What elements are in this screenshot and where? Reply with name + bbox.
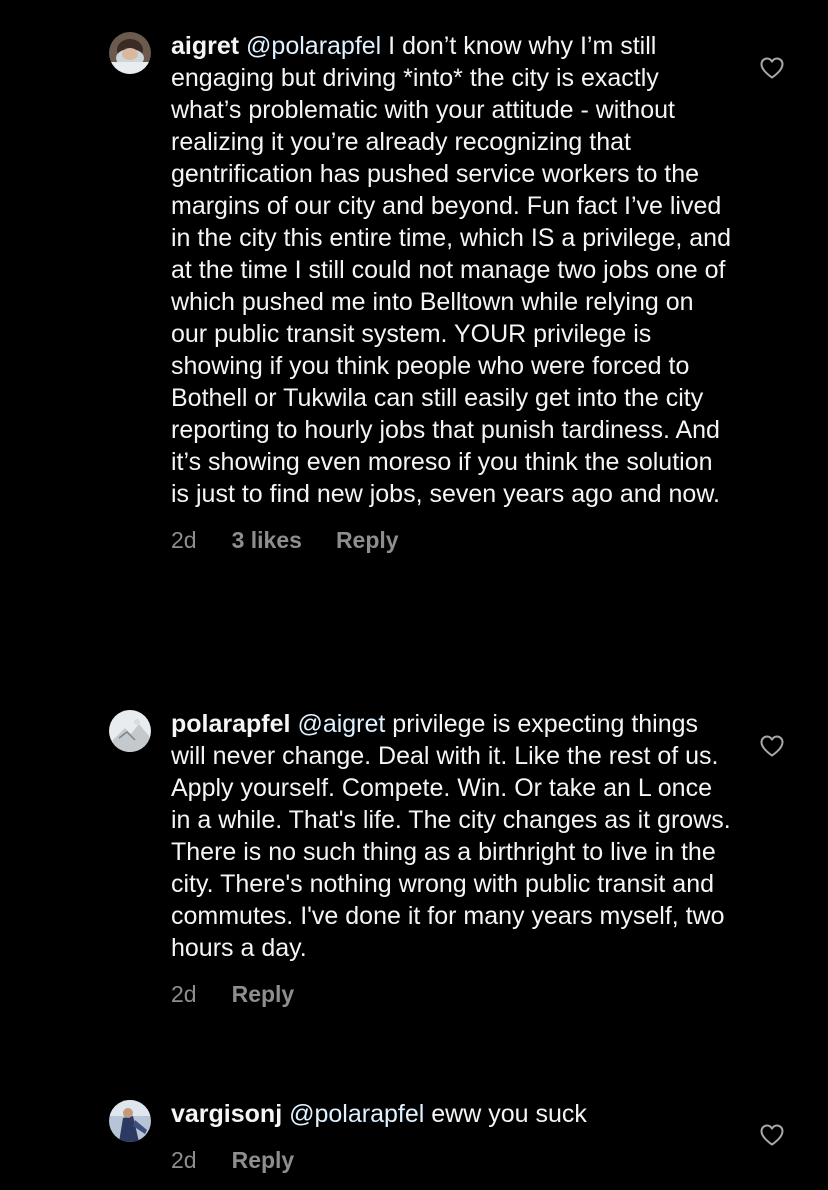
comment-meta: 2d Reply	[171, 980, 731, 1008]
heart-outline-icon[interactable]	[760, 735, 784, 757]
mention-link[interactable]: @polarapfel	[246, 32, 381, 60]
comment-meta: 2d Reply	[171, 1146, 731, 1174]
reply-button[interactable]: Reply	[232, 980, 295, 1008]
username[interactable]: vargisonj	[171, 1100, 282, 1128]
avatar[interactable]	[109, 32, 151, 74]
avatar[interactable]	[109, 1100, 151, 1142]
comment-body: privilege is expecting things will never…	[171, 710, 731, 962]
reply-button[interactable]: Reply	[336, 526, 399, 554]
mention-link[interactable]: @aigret	[297, 710, 385, 738]
mention-link[interactable]: @polarapfel	[289, 1100, 424, 1128]
comment-text: polarapfel @aigret privilege is expectin…	[171, 708, 731, 964]
heart-outline-icon[interactable]	[760, 57, 784, 79]
username[interactable]: aigret	[171, 32, 239, 60]
heart-outline-icon[interactable]	[760, 1124, 784, 1146]
timestamp: 2d	[171, 981, 197, 1007]
comment-body: eww you suck	[424, 1100, 587, 1128]
comment-text: aigret @polarapfel I don’t know why I’m …	[171, 30, 731, 510]
comment-meta: 2d 3 likes Reply	[171, 526, 731, 554]
likes-count[interactable]: 3 likes	[232, 526, 302, 554]
username[interactable]: polarapfel	[171, 710, 290, 738]
comment-text: vargisonj @polarapfel eww you suck	[171, 1098, 731, 1130]
comment-body: I don’t know why I’m still engaging but …	[171, 32, 731, 508]
avatar[interactable]	[109, 710, 151, 752]
reply-button[interactable]: Reply	[232, 1146, 295, 1174]
timestamp: 2d	[171, 527, 197, 553]
timestamp: 2d	[171, 1147, 197, 1173]
